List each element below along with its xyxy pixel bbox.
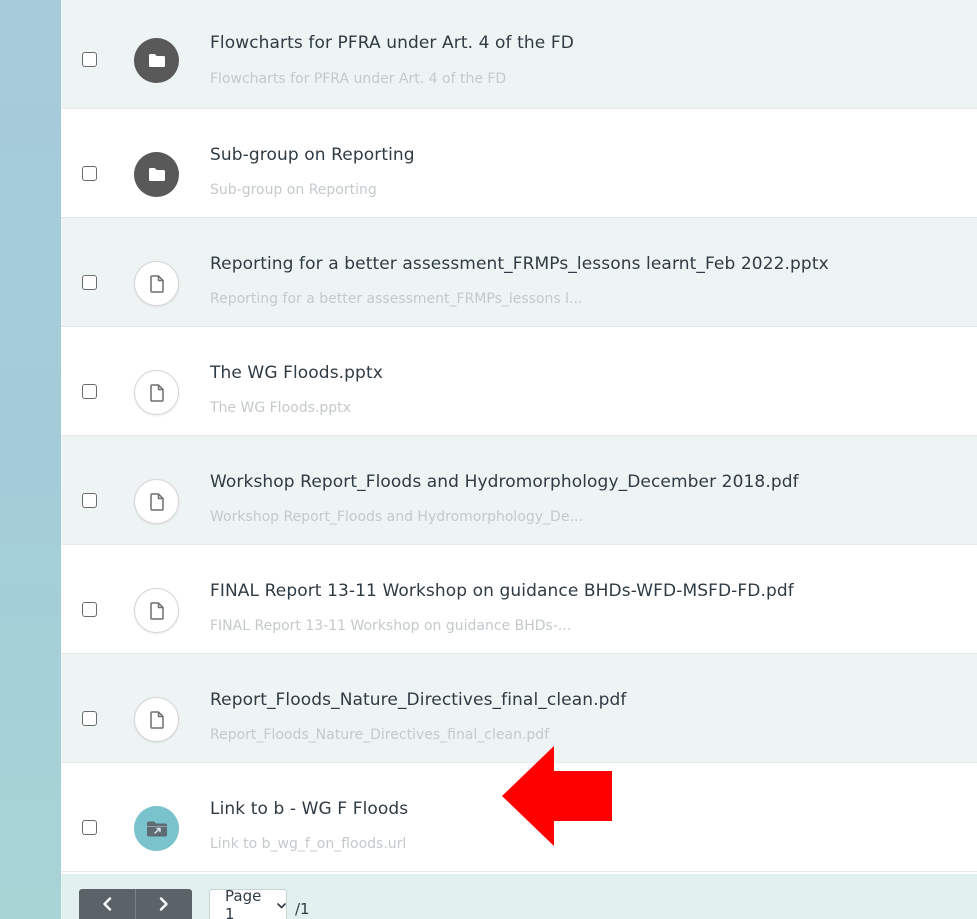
link-folder-icon <box>134 806 179 851</box>
chevron-right-icon[interactable] <box>135 889 192 919</box>
file-icon <box>134 697 179 742</box>
item-subtitle: The WG Floods.pptx <box>210 400 351 416</box>
list-item-folder-subgroup[interactable]: Sub-group on Reporting Sub-group on Repo… <box>61 109 977 218</box>
list-item-file-final-report[interactable]: FINAL Report 13-11 Workshop on guidance … <box>61 545 977 654</box>
item-title[interactable]: FINAL Report 13-11 Workshop on guidance … <box>210 581 794 601</box>
item-subtitle: Workshop Report_Floods and Hydromorpholo… <box>210 509 583 525</box>
item-subtitle: Reporting for a better assessment_FRMPs_… <box>210 291 583 307</box>
file-icon <box>134 370 179 415</box>
page-select-value: Page 1 <box>225 887 262 919</box>
folder-icon <box>134 38 179 83</box>
file-icon <box>134 261 179 306</box>
pagination-bar: Page 1 /1 <box>61 874 977 919</box>
item-title[interactable]: Workshop Report_Floods and Hydromorpholo… <box>210 472 799 492</box>
row-checkbox[interactable] <box>82 602 97 617</box>
row-checkbox[interactable] <box>82 384 97 399</box>
row-checkbox[interactable] <box>82 493 97 508</box>
item-title[interactable]: The WG Floods.pptx <box>210 363 383 383</box>
item-title[interactable]: Flowcharts for PFRA under Art. 4 of the … <box>210 33 574 53</box>
pager-arrow-group <box>79 889 192 919</box>
page-total: /1 <box>295 900 310 918</box>
item-subtitle: Flowcharts for PFRA under Art. 4 of the … <box>210 71 507 87</box>
chevron-left-icon[interactable] <box>79 889 135 919</box>
item-title[interactable]: Sub-group on Reporting <box>210 145 415 165</box>
list-item-file-workshop-report[interactable]: Workshop Report_Floods and Hydromorpholo… <box>61 436 977 545</box>
item-subtitle: FINAL Report 13-11 Workshop on guidance … <box>210 618 572 634</box>
chevron-down-icon <box>277 899 286 912</box>
list-item-file-wg-floods[interactable]: The WG Floods.pptx The WG Floods.pptx <box>61 327 977 436</box>
file-icon <box>134 588 179 633</box>
item-title[interactable]: Report_Floods_Nature_Directives_final_cl… <box>210 690 626 710</box>
annotation-arrow-icon <box>502 746 612 846</box>
folder-icon <box>134 152 179 197</box>
item-subtitle: Sub-group on Reporting <box>210 182 377 198</box>
row-checkbox[interactable] <box>82 52 97 67</box>
item-title[interactable]: Reporting for a better assessment_FRMPs_… <box>210 254 829 274</box>
row-checkbox[interactable] <box>82 820 97 835</box>
row-checkbox[interactable] <box>82 275 97 290</box>
file-list: Flowcharts for PFRA under Art. 4 of the … <box>61 0 977 872</box>
page-select[interactable]: Page 1 <box>209 887 287 919</box>
list-item-folder-flowcharts[interactable]: Flowcharts for PFRA under Art. 4 of the … <box>61 0 977 109</box>
file-icon <box>134 479 179 524</box>
item-title[interactable]: Link to b - WG F Floods <box>210 799 408 819</box>
item-subtitle: Link to b_wg_f_on_floods.url <box>210 836 407 852</box>
row-checkbox[interactable] <box>82 166 97 181</box>
list-item-file-reporting[interactable]: Reporting for a better assessment_FRMPs_… <box>61 218 977 327</box>
page: Flowcharts for PFRA under Art. 4 of the … <box>0 0 977 919</box>
left-sidebar-strip <box>0 0 61 919</box>
item-subtitle: Report_Floods_Nature_Directives_final_cl… <box>210 727 550 743</box>
row-checkbox[interactable] <box>82 711 97 726</box>
